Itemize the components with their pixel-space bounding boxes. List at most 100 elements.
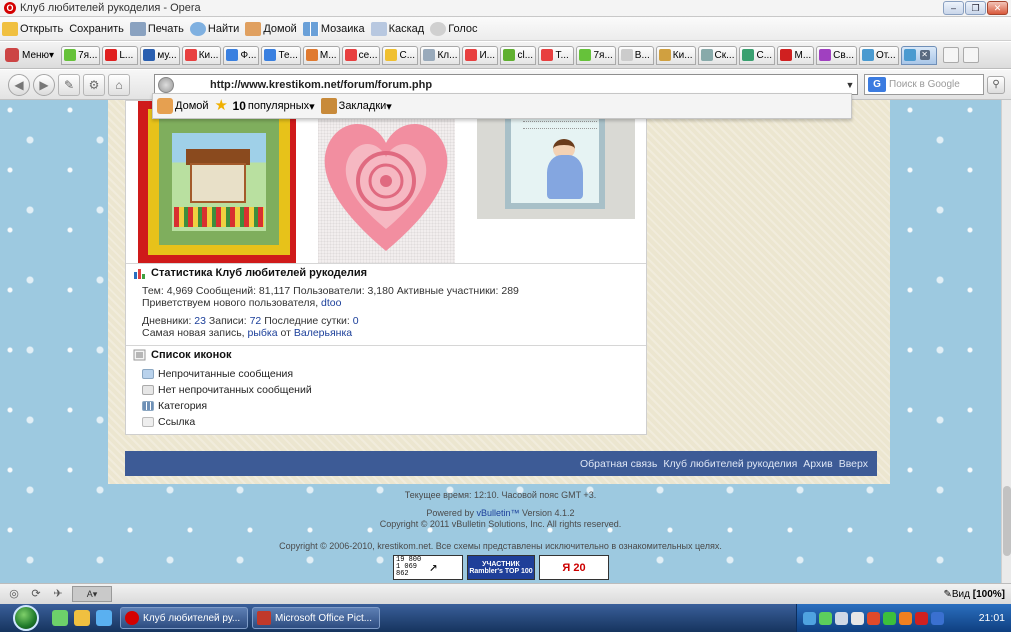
tab[interactable]: М... <box>777 45 815 65</box>
minimize-button[interactable]: – <box>943 1 964 15</box>
tab[interactable]: Кл... <box>420 45 461 65</box>
forward-button[interactable]: ▶ <box>33 73 55 96</box>
tray-icon[interactable] <box>867 611 880 625</box>
taskbar-opera-window[interactable]: Клуб любителей ру... <box>120 607 248 629</box>
tab[interactable]: С... <box>739 45 776 65</box>
gallery-image-cottage[interactable] <box>138 101 296 263</box>
task-label: Клуб любителей ру... <box>143 612 241 624</box>
address-field[interactable]: http://www.krestikom.net/forum/forum.php… <box>154 74 858 95</box>
tray-icon[interactable] <box>883 611 896 625</box>
home-club-link[interactable]: Клуб любителей рукоделия <box>663 458 797 470</box>
tab[interactable]: 7я... <box>61 45 101 65</box>
tab[interactable]: Ки... <box>181 45 222 65</box>
contact-link[interactable]: Обратная связь <box>580 458 657 470</box>
liveinternet-counter[interactable]: 19 800 1 069 862 ↗ <box>393 555 463 580</box>
tab[interactable]: Ск... <box>697 45 738 65</box>
volume-icon[interactable] <box>851 611 864 625</box>
tray-icon[interactable] <box>803 611 816 625</box>
maximize-button[interactable]: ❐ <box>965 1 986 15</box>
tab[interactable]: Ки... <box>655 45 696 65</box>
vbulletin-link[interactable]: vBulletin™ <box>476 508 519 518</box>
search-placeholder: Поиск в Google <box>889 79 960 90</box>
home-button[interactable]: ⌂ <box>108 73 130 96</box>
tab-active[interactable]: ✕ <box>900 45 937 65</box>
search-input[interactable]: G Поиск в Google <box>864 74 984 95</box>
new-user-link[interactable]: dtoo <box>321 297 341 309</box>
tab[interactable]: cl... <box>500 45 537 65</box>
tab[interactable]: L... <box>102 45 139 65</box>
tab[interactable]: се... <box>341 45 381 65</box>
tab-close-icon[interactable]: ✕ <box>919 50 930 60</box>
tab-label: Ки... <box>198 49 219 61</box>
tray-icon[interactable] <box>931 611 944 625</box>
tab[interactable]: Те... <box>261 45 301 65</box>
top-link[interactable]: Вверх <box>839 458 868 470</box>
turbo-icon[interactable]: ✈ <box>50 587 66 601</box>
quicklaunch-icon[interactable] <box>52 610 68 626</box>
toolbar-print-button[interactable]: Печать <box>129 21 184 36</box>
popular-dropdown[interactable]: ★ 10 популярных ▾ <box>215 98 315 114</box>
tray-icon[interactable] <box>899 611 912 625</box>
toolbar-voice-button[interactable]: Голос <box>430 21 477 36</box>
archive-link[interactable]: Архив <box>803 458 832 470</box>
close-button[interactable]: ✕ <box>987 1 1008 15</box>
tab[interactable]: Ф... <box>223 45 260 65</box>
taskbar-office-picture-window[interactable]: Microsoft Office Pict... <box>252 607 380 629</box>
tray-icon[interactable] <box>819 611 832 625</box>
yandex-counter[interactable]: Я 20 <box>539 555 609 580</box>
vertical-scrollbar[interactable] <box>1001 100 1011 583</box>
newest-entry-link[interactable]: рыбка <box>248 327 278 339</box>
toolbar-save-button[interactable]: Сохранить <box>69 23 124 35</box>
tab[interactable]: му... <box>140 45 180 65</box>
tab[interactable]: С... <box>382 45 419 65</box>
windows-logo-icon <box>13 605 39 631</box>
images-toggle[interactable]: A ▾ <box>72 586 112 602</box>
opera-menu-button[interactable]: Меню ▾ <box>2 48 57 62</box>
globe-icon <box>158 76 174 93</box>
print-icon <box>129 21 146 36</box>
tab[interactable]: 7я... <box>576 45 616 65</box>
trash-icon[interactable] <box>962 47 979 63</box>
search-button[interactable]: ⚲ <box>987 76 1005 94</box>
start-button[interactable] <box>0 604 52 632</box>
newest-author-link[interactable]: Валерьянка <box>294 327 352 339</box>
toolbar-tile-button[interactable]: Мозаика <box>302 21 365 36</box>
stats-title: Статистика Клуб любителей рукоделия <box>126 264 646 282</box>
zoom-control[interactable]: ✎Вид [100%] <box>943 589 1005 600</box>
toolbar-cascade-button[interactable]: Каскад <box>370 21 424 36</box>
gear-icon: ⚙ <box>88 77 100 92</box>
chevron-down-icon[interactable]: ▼ <box>843 80 857 90</box>
toolbar-open-button[interactable]: Открыть <box>2 21 63 36</box>
records-label: Записи: <box>208 315 247 327</box>
back-button[interactable]: ◀ <box>8 73 30 96</box>
rambler-top100-badge[interactable]: УЧАСТНИК Rambler's TOP 100 <box>467 555 535 580</box>
bookmark-home-button[interactable]: Домой <box>157 98 209 114</box>
tab[interactable]: Св... <box>816 45 858 65</box>
bookmarks-dropdown[interactable]: Закладки ▾ <box>320 98 392 114</box>
toolbar-home-button[interactable]: Домой <box>245 21 297 36</box>
tab-label: L... <box>119 49 134 61</box>
settings-button[interactable]: ⚙ <box>83 73 105 96</box>
customize-button[interactable]: ✎ <box>58 73 80 96</box>
quicklaunch-icon[interactable] <box>74 610 90 626</box>
tab[interactable]: От... <box>859 45 899 65</box>
icons-legend-list: Непрочитанные сообщения Нет непрочитанны… <box>142 366 312 430</box>
gallery-image-heart[interactable] <box>318 101 455 263</box>
last-day-link[interactable]: 0 <box>353 315 359 327</box>
toolbar-find-button[interactable]: Найти <box>189 21 239 36</box>
panel-toggle-icon[interactable]: ◎ <box>6 587 22 601</box>
tab[interactable]: В... <box>617 45 654 65</box>
unite-icon[interactable]: ⟳ <box>28 587 44 601</box>
diaries-link[interactable]: 23 <box>194 315 206 327</box>
tab[interactable]: И... <box>462 45 499 65</box>
records-link[interactable]: 72 <box>250 315 262 327</box>
legend-label: Категория <box>158 400 208 412</box>
tab[interactable]: Т... <box>538 45 575 65</box>
quicklaunch-icon[interactable] <box>96 610 112 626</box>
tab-favicon-icon <box>226 49 239 61</box>
tab-thumbnail-icon[interactable] <box>942 47 959 63</box>
network-icon[interactable] <box>835 611 848 625</box>
tab[interactable]: М... <box>302 45 340 65</box>
tray-icon[interactable] <box>915 611 928 625</box>
scrollbar-thumb[interactable] <box>1003 486 1011 556</box>
